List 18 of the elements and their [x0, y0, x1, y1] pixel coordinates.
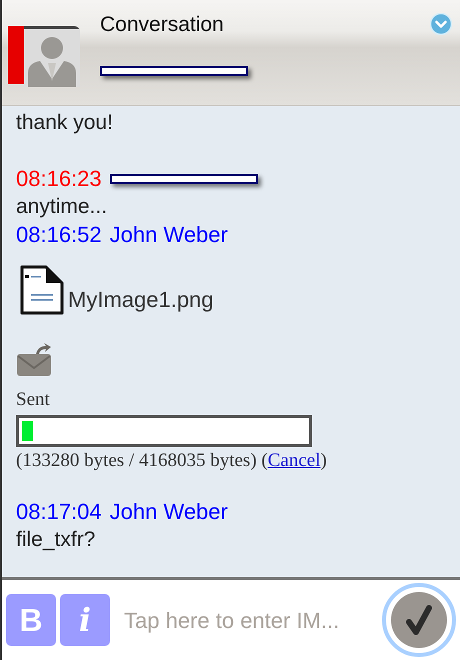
checkmark-icon	[391, 592, 447, 648]
conversation-title: Conversation	[100, 12, 225, 38]
envelope-icon	[16, 342, 52, 378]
message-time: 08:17:04	[16, 498, 102, 526]
message-text: file_txfr?	[16, 527, 96, 553]
avatar-icon	[24, 29, 80, 87]
status-indicator	[8, 26, 24, 84]
sender-name: John Weber	[110, 498, 228, 526]
status-label: Sent	[16, 388, 50, 412]
transfer-progress-text: (133280 bytes / 4168035 bytes) (Cancel)	[16, 448, 327, 472]
cancel-link[interactable]: Cancel	[268, 450, 320, 470]
message-input[interactable]: Tap here to enter IM...	[122, 602, 378, 638]
message-text: anytime...	[16, 194, 108, 220]
message-time: 08:16:23	[16, 165, 102, 193]
message-text: thank you!	[16, 110, 113, 136]
message-time: 08:16:52	[16, 221, 102, 249]
file-name[interactable]: MyImage1.png	[68, 283, 214, 316]
sender-name: John Weber	[110, 221, 228, 249]
